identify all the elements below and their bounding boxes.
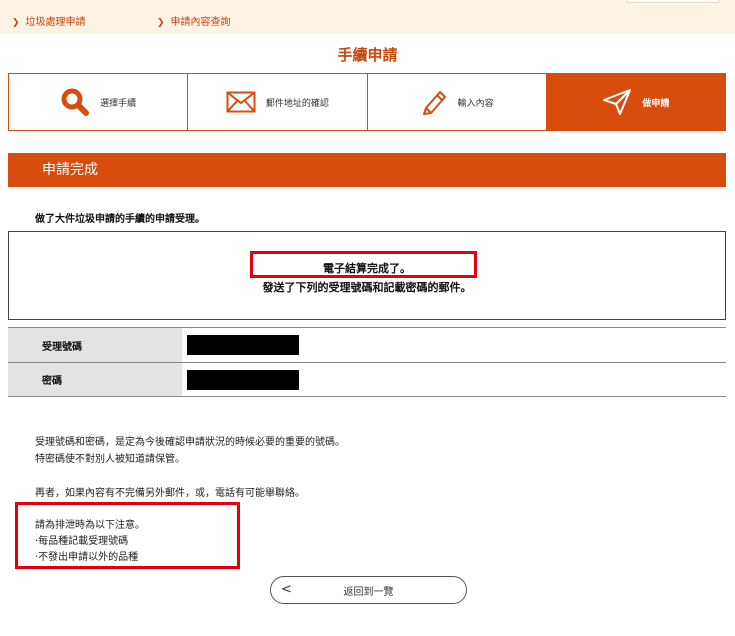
breadcrumb-label: 垃圾處理申請 bbox=[25, 17, 86, 28]
breadcrumb-label: 申請內容查詢 bbox=[170, 17, 231, 28]
intro-text: 做了大件垃圾申請的手續的申請受理。 bbox=[35, 214, 205, 225]
step-input-content: 輸入內容 bbox=[367, 74, 547, 130]
top-bar-tab bbox=[627, 0, 719, 3]
step-select-procedure: 選擇手續 bbox=[9, 74, 189, 130]
top-bar: ❯ 垃圾處理申請 ❯ 申請內容查詢 bbox=[0, 0, 735, 34]
reception-info-table: 受理號碼 密碼 bbox=[8, 327, 726, 397]
progress-steps: 選擇手續 郵件地址的確認 輸入內容 做申請 bbox=[8, 73, 726, 131]
step-label: 選擇手續 bbox=[100, 98, 137, 109]
step-label: 郵件地址的確認 bbox=[265, 98, 329, 109]
password-value bbox=[182, 362, 726, 397]
search-icon bbox=[61, 88, 90, 116]
highlight-box bbox=[15, 502, 240, 569]
send-icon bbox=[603, 89, 632, 115]
pencil-icon bbox=[422, 91, 446, 115]
chevron-right-icon: ❯ bbox=[157, 18, 165, 28]
step-email-confirm: 郵件地址的確認 bbox=[188, 74, 368, 130]
password-label: 密碼 bbox=[8, 362, 182, 397]
page-title: 手續申請 bbox=[337, 46, 398, 64]
back-to-list-button[interactable]: < 返回到一覽 bbox=[270, 576, 467, 604]
table-row: 密碼 bbox=[8, 362, 726, 397]
note-text: 受理號碼和密碼，是定為今後確認申請狀況的時候必要的重要的號碼。 bbox=[35, 437, 345, 448]
email-sent-message: 發送了下列的受理號碼和記載密碼的郵件。 bbox=[262, 281, 472, 294]
step-label: 做申請 bbox=[642, 98, 670, 109]
redacted-block bbox=[187, 369, 299, 390]
section-title: 申請完成 bbox=[8, 153, 726, 187]
chevron-right-icon: ❯ bbox=[12, 18, 20, 28]
highlight-box bbox=[250, 251, 477, 278]
reception-number-label: 受理號碼 bbox=[8, 327, 182, 363]
step-label: 輸入內容 bbox=[457, 98, 494, 109]
breadcrumb-item-2[interactable]: ❯ 申請內容查詢 bbox=[157, 13, 231, 28]
note-text: 再者，如果內容有不完備另外郵件，或，電話有可能舉聯絡。 bbox=[35, 488, 305, 499]
table-row: 受理號碼 bbox=[8, 327, 726, 363]
note-text: 特密碼使不對別人被知道請保管。 bbox=[35, 454, 185, 465]
step-submit-application: 做申請 bbox=[546, 74, 725, 130]
reception-number-value bbox=[182, 327, 726, 363]
redacted-block bbox=[187, 335, 299, 356]
back-button-label: 返回到一覽 bbox=[343, 586, 394, 598]
breadcrumb-item-1[interactable]: ❯ 垃圾處理申請 bbox=[12, 13, 86, 28]
envelope-icon bbox=[226, 91, 256, 113]
chevron-left-icon: < bbox=[281, 582, 292, 597]
